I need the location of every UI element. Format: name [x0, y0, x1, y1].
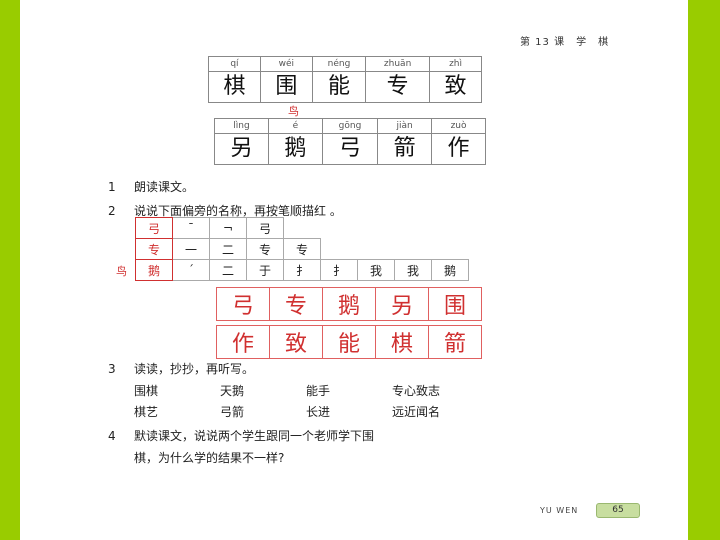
char-cell: 致: [429, 71, 482, 103]
stroke-cell: 弓: [246, 217, 284, 239]
stroke-row-3: 鹅ˊ二于扌扌我我鹅: [135, 259, 469, 281]
word: 围棋: [134, 384, 159, 398]
question-3: 3 读读，抄抄，再听写。: [108, 362, 255, 376]
pinyin-cell: zhì: [429, 56, 482, 72]
stroke-cell: 鹅: [431, 259, 469, 281]
char-cell: 弓: [321, 133, 379, 165]
pinyin-cell: zhuān: [365, 56, 431, 72]
pinyin-cell: jiàn: [377, 118, 433, 134]
right-border: [688, 0, 720, 540]
stroke-cell: 二: [209, 238, 247, 260]
char-cell: 专: [365, 71, 431, 103]
word: 远近闻名: [392, 405, 441, 419]
stroke-cell: 箭: [428, 325, 482, 359]
stroke-cell: 棋: [375, 325, 429, 359]
stroke-cell: 鹅: [322, 287, 376, 321]
word: 能手: [306, 384, 331, 398]
stroke-cell: ¬: [209, 217, 247, 239]
stroke-cell: 弓: [135, 217, 173, 239]
pinyin-cell: é: [267, 118, 323, 134]
char-cell: 鹅: [267, 133, 323, 165]
pinyin-cell: wéi: [259, 56, 313, 72]
pinyin-cell: gōng: [321, 118, 379, 134]
question-4-cont: 棋，为什么学的结果不一样?: [134, 451, 285, 465]
word: 天鹅: [220, 384, 245, 398]
stroke-cell: 作: [216, 325, 270, 359]
stroke-row-3-label: 鸟: [116, 265, 127, 278]
stroke-cell: 专: [135, 238, 173, 260]
stroke-cell: 我: [357, 259, 395, 281]
char-grid-2: lìng é gōng jiàn zuò 另鹅弓箭作: [214, 118, 486, 165]
question-4: 4 默读课文，说说两个学生跟同一个老师学下围: [108, 429, 375, 443]
stroke-cell: 专: [246, 238, 284, 260]
char-cell: 能: [311, 71, 367, 103]
stroke-cell: 能: [322, 325, 376, 359]
footer-label: YU WEN: [540, 506, 579, 515]
stroke-cell: 一: [172, 238, 210, 260]
stroke-cell: 我: [394, 259, 432, 281]
stroke-cell: 于: [246, 259, 284, 281]
pinyin-cell: zuò: [431, 118, 486, 134]
stroke-cell: 致: [269, 325, 323, 359]
word-row-2: 棋艺 弓箭 长进 远近闻名: [134, 403, 478, 420]
stroke-cell: 扌: [320, 259, 358, 281]
page-number: 65: [596, 503, 640, 518]
stroke-cell: ˊ: [172, 259, 210, 281]
lesson-header: 第 13 课 学 棋: [520, 37, 610, 48]
char-cell: 棋: [208, 71, 261, 103]
word: 棋艺: [134, 405, 159, 419]
stroke-row-1: 弓 ˉ ¬ 弓: [135, 217, 284, 239]
word-row-1: 围棋 天鹅 能手 专心致志: [134, 382, 478, 399]
word: 弓箭: [220, 405, 245, 419]
radical-note: 鸟: [288, 105, 299, 118]
trace-row-2: 作致能棋箭: [216, 325, 482, 359]
stroke-cell: 二: [209, 259, 247, 281]
question-1: 1 朗读课文。: [108, 180, 195, 194]
char-grid-1: qí wéi néng zhuān zhì 棋围能专致: [208, 56, 482, 103]
char-cell: 箭: [377, 133, 433, 165]
char-cell: 另: [214, 133, 269, 165]
stroke-row-2: 专一二专专: [135, 238, 321, 260]
char-cell: 围: [259, 71, 313, 103]
stroke-cell: 弓: [216, 287, 270, 321]
char-cell: 作: [431, 133, 486, 165]
pinyin-cell: néng: [311, 56, 367, 72]
stroke-cell: 扌: [283, 259, 321, 281]
stroke-cell: 专: [283, 238, 321, 260]
stroke-cell: ˉ: [172, 217, 210, 239]
word: 专心致志: [392, 384, 441, 398]
pinyin-cell: qí: [208, 56, 261, 72]
stroke-cell: 鹅: [135, 259, 173, 281]
trace-row-1: 弓专鹅另围: [216, 287, 482, 321]
word: 长进: [306, 405, 331, 419]
stroke-cell: 另: [375, 287, 429, 321]
pinyin-cell: lìng: [214, 118, 269, 134]
stroke-cell: 专: [269, 287, 323, 321]
stroke-cell: 围: [428, 287, 482, 321]
